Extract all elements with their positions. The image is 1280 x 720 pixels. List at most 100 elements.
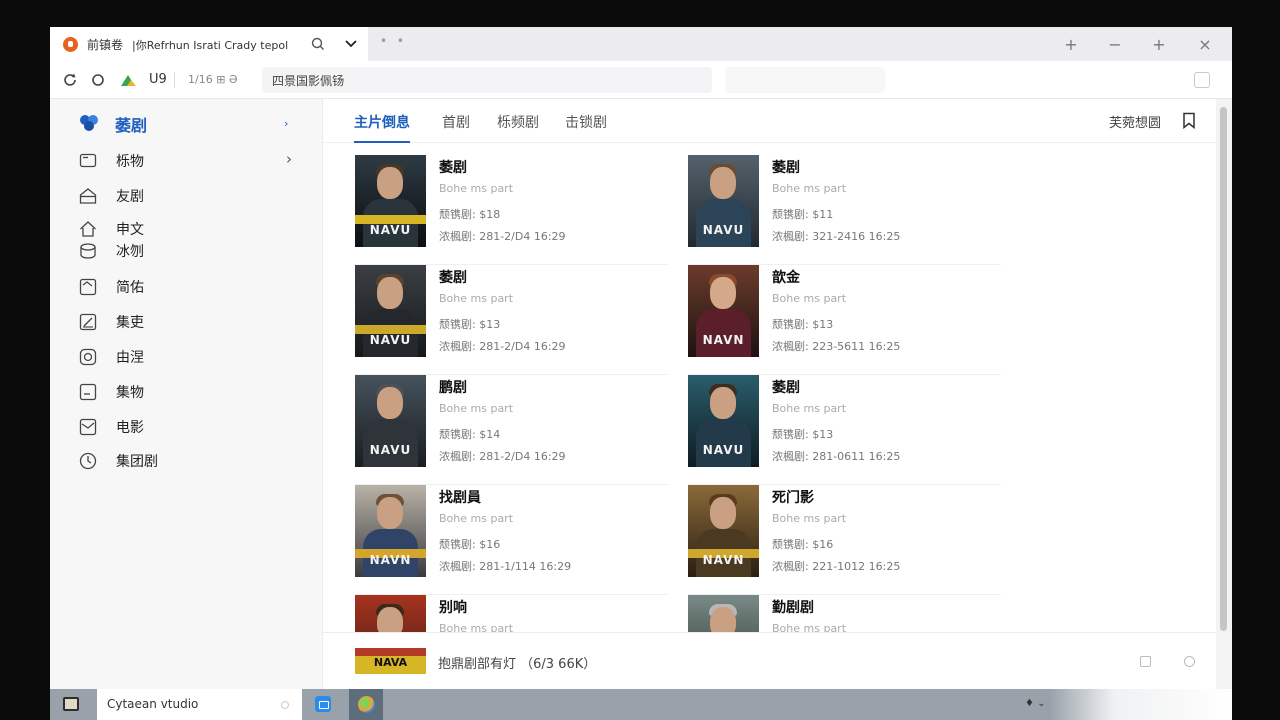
card-title[interactable]: 萎剧 (772, 157, 800, 177)
tab-locked[interactable]: 击锁剧 (565, 112, 607, 141)
now-playing-text: 抱鼎剧部有灯 （6/3 66K） (438, 657, 597, 672)
video-card[interactable]: NAVN 找剧員 Bohe ms part 颓镌剧: $16 浓楓剧: 281-… (355, 485, 668, 595)
pip-icon[interactable] (1140, 656, 1151, 667)
taskbar-search-text: Cytaean vtudio (107, 697, 199, 711)
zoom-level[interactable]: 1/16 ⊞ Ə (188, 73, 238, 86)
card-date: 浓楓剧: 281-1/114 16:29 (439, 560, 572, 573)
sidebar-item-9[interactable]: 集团剧 (78, 447, 308, 473)
stop-icon[interactable] (89, 71, 107, 89)
card-title[interactable]: 别响 (439, 597, 467, 617)
tray-glare (1050, 689, 1232, 720)
sidebar-item-3[interactable]: 冰刎 (78, 237, 308, 263)
sidebar-item-label: 栎物 (116, 154, 144, 170)
tab-title: 前镇卷 (87, 38, 124, 52)
poster-title: NAVU (369, 333, 412, 347)
more-icon[interactable] (1184, 656, 1195, 667)
card-subtitle: Bohe ms part (439, 292, 514, 305)
refresh-icon[interactable] (61, 71, 79, 89)
video-card[interactable]: NAVN 歆金 Bohe ms part 颓镌剧: $13 浓楓剧: 223-5… (688, 265, 1001, 375)
video-card[interactable]: NAVU 萎剧 Bohe ms part 颓镌剧: $11 浓楓剧: 321-2… (688, 155, 1001, 265)
card-date: 浓楓剧: 221-1012 16:25 (772, 560, 901, 573)
poster-title: NAVU (369, 223, 412, 237)
tab-strip: 前镇卷 |你Refrhun Israti Crady tepol • • + −… (50, 27, 1232, 61)
sidebar-item-label: 友剧 (116, 189, 144, 205)
camera-icon (79, 348, 97, 366)
system-tray[interactable]: ♦ ⌄ (1025, 698, 1046, 709)
now-playing-thumbnail[interactable]: NAVA (355, 648, 426, 674)
maximize-button[interactable]: + (1148, 33, 1170, 55)
poster-thumbnail[interactable]: NAVU (355, 375, 426, 467)
sidebar-item-8[interactable]: 电影 (78, 413, 308, 439)
video-card[interactable]: 别响 Bohe ms part (355, 595, 668, 635)
clock-icon (79, 452, 97, 470)
card-title[interactable]: 勤剧剧 (772, 597, 814, 617)
chevron-right-icon[interactable]: › (284, 117, 288, 130)
site-logo-icon (120, 71, 138, 89)
card-date: 浓楓剧: 281-2/D4 16:29 (439, 450, 566, 463)
card-subtitle: Bohe ms part (439, 512, 514, 525)
card-title[interactable]: 萎剧 (439, 267, 467, 287)
card-title[interactable]: 鹏剧 (439, 377, 467, 397)
pin-button[interactable]: + (1060, 33, 1082, 55)
poster-thumbnail[interactable]: NAVU (688, 155, 759, 247)
url-input[interactable] (262, 67, 712, 93)
card-date: 浓楓剧: 281-2/D4 16:29 (439, 230, 566, 243)
scrollbar-thumb[interactable] (1220, 107, 1227, 631)
chevron-right-icon[interactable]: › (286, 150, 292, 168)
sidebar-item-5[interactable]: 集吏 (78, 308, 308, 334)
more-tabs-icon[interactable]: • • (380, 34, 407, 48)
mail-app-icon[interactable] (315, 696, 331, 712)
edit-icon (79, 313, 97, 331)
start-menu-icon[interactable] (63, 697, 79, 711)
home-icon (80, 221, 96, 237)
card-title[interactable]: 萎剧 (439, 157, 467, 177)
sidebar-item-7[interactable]: 集物 (78, 378, 308, 404)
card-title[interactable]: 萎剧 (772, 377, 800, 397)
poster-thumbnail[interactable]: NAVN (688, 265, 759, 357)
sidebar-item-1[interactable]: 友剧 (78, 182, 308, 208)
video-card[interactable]: NAVU 萎剧 Bohe ms part 颓镌剧: $13 浓楓剧: 281-2… (355, 265, 668, 375)
header-link[interactable]: 芙菀想圆 (1109, 112, 1161, 131)
sidebar-item-4[interactable]: 简佑 (78, 273, 308, 299)
video-card[interactable]: NAVN 死门影 Bohe ms part 颓镌剧: $16 浓楓剧: 221-… (688, 485, 1001, 595)
tab-first[interactable]: 首剧 (442, 112, 470, 141)
sidebar-item-0[interactable]: 栎物 › (78, 147, 308, 173)
card-date: 浓楓剧: 223-5611 16:25 (772, 340, 901, 353)
tab-frequency[interactable]: 栎频剧 (497, 112, 539, 141)
browser-app-icon[interactable] (349, 689, 383, 720)
mic-icon[interactable] (281, 701, 289, 709)
close-button[interactable]: × (1194, 33, 1216, 55)
sidebar-item-label: 电影 (116, 420, 144, 436)
video-card[interactable]: NAVU 萎剧 Bohe ms part 颓镌剧: $13 浓楓剧: 281-0… (688, 375, 1001, 485)
bookmark-icon[interactable] (1182, 112, 1196, 129)
sidebar-item-label: 申文 (116, 222, 144, 238)
poster-thumbnail[interactable]: NAVN (355, 485, 426, 577)
poster-thumbnail[interactable] (355, 595, 426, 635)
video-card[interactable]: NAVU 萎剧 Bohe ms part 颓镌剧: $18 浓楓剧: 281-2… (355, 155, 668, 265)
poster-thumbnail[interactable]: NAVN (688, 485, 759, 577)
card-title[interactable]: 找剧員 (439, 487, 481, 507)
poster-thumbnail[interactable]: NAVU (688, 375, 759, 467)
active-tab[interactable]: 前镇卷 |你Refrhun Israti Crady tepol (50, 27, 368, 61)
scrollbar[interactable] (1216, 99, 1232, 689)
tab-featured[interactable]: 主片倒息 (354, 112, 410, 143)
extensions-icon[interactable] (1194, 72, 1210, 88)
sidebar-header[interactable]: 萎剧 › (78, 111, 308, 135)
poster-thumbnail[interactable] (688, 595, 759, 635)
card-price: 颓镌剧: $13 (772, 318, 834, 331)
card-title[interactable]: 歆金 (772, 267, 800, 287)
poster-thumbnail[interactable]: NAVU (355, 265, 426, 357)
sidebar-item-6[interactable]: 由涅 (78, 343, 308, 369)
video-card[interactable]: 勤剧剧 Bohe ms part (688, 595, 1001, 635)
poster-thumbnail[interactable]: NAVU (355, 155, 426, 247)
video-card[interactable]: NAVU 鹏剧 Bohe ms part 颓镌剧: $14 浓楓剧: 281-2… (355, 375, 668, 485)
search-icon[interactable] (310, 35, 326, 53)
minimize-button[interactable]: − (1104, 33, 1126, 55)
card-title[interactable]: 死门影 (772, 487, 814, 507)
taskbar-search[interactable]: Cytaean vtudio (97, 689, 302, 720)
main-content: 主片倒息 首剧 栎频剧 击锁剧 芙菀想圆 NAVU 萎剧 Bohe ms par… (323, 99, 1216, 689)
page-number: U9 (149, 72, 167, 87)
now-playing-thumb-text: NAVA (373, 656, 408, 669)
minus-box-icon (79, 383, 97, 401)
chevron-down-icon[interactable] (343, 35, 359, 53)
